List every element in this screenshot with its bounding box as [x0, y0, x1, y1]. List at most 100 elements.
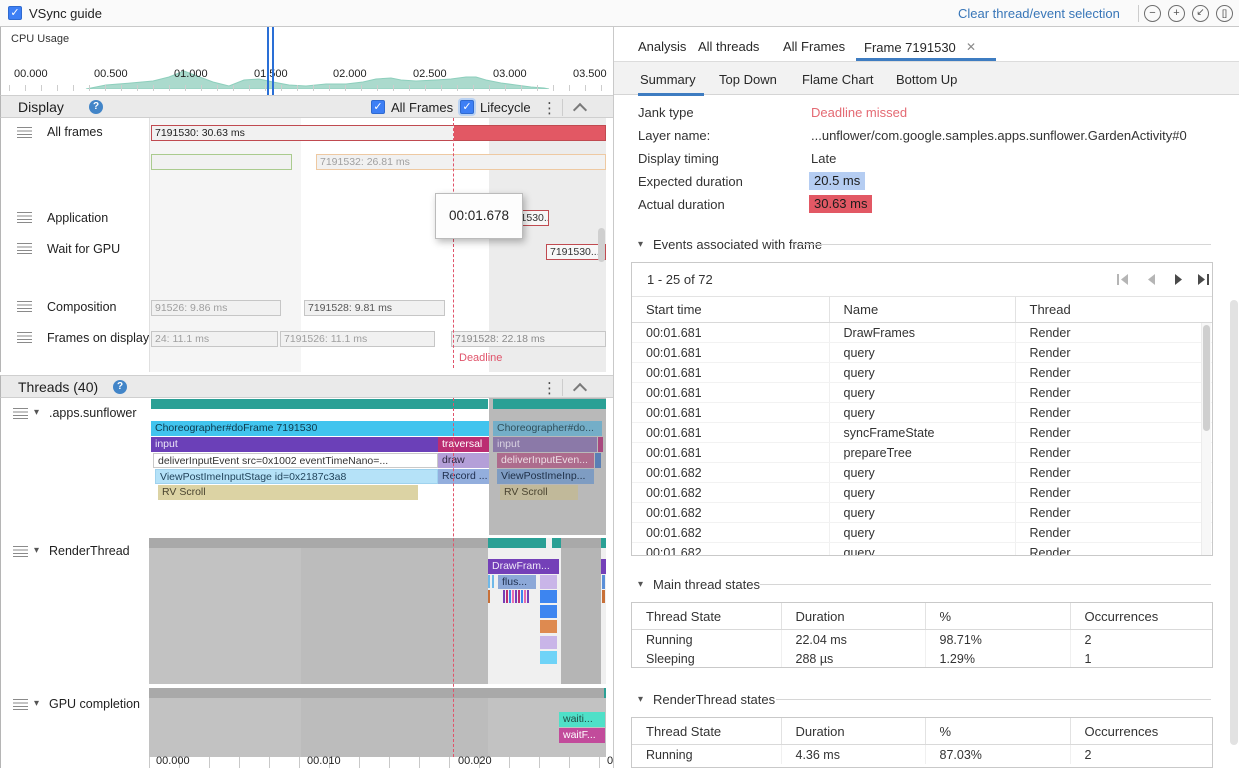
- display-collapse-icon[interactable]: [573, 103, 587, 117]
- trace-event-block[interactable]: [540, 636, 557, 649]
- expand-caret-icon[interactable]: ▾: [34, 698, 39, 709]
- collapse-caret-icon[interactable]: ▾: [638, 579, 643, 590]
- frame-bar-prev[interactable]: [151, 154, 292, 170]
- trace-event-block[interactable]: [540, 590, 557, 603]
- collapse-caret-icon[interactable]: ▾: [638, 694, 643, 705]
- table-row[interactable]: 00:01.681queryRender: [632, 383, 1212, 403]
- collapse-caret-icon[interactable]: ▾: [638, 239, 643, 250]
- subtab-bottom-up[interactable]: Bottom Up: [896, 72, 957, 87]
- selection-handle-right[interactable]: [272, 27, 274, 95]
- drag-handle-icon[interactable]: [17, 332, 32, 343]
- frames-on-display-chip[interactable]: 7191526: 11.1 ms: [280, 331, 435, 347]
- table-row[interactable]: Sleeping288 µs1.29%1: [632, 649, 1212, 668]
- table-row[interactable]: 00:01.682queryRender: [632, 523, 1212, 543]
- drag-handle-icon[interactable]: [17, 127, 32, 138]
- subtab-top-down[interactable]: Top Down: [719, 72, 777, 87]
- trace-event-traversal-muted[interactable]: [598, 437, 603, 452]
- tab-frame-7191530[interactable]: Frame 7191530: [864, 40, 956, 55]
- display-scrollbar[interactable]: [598, 228, 605, 262]
- table-row[interactable]: 00:01.682queryRender: [632, 483, 1212, 503]
- column-header-percent[interactable]: %: [925, 603, 1070, 630]
- prev-page-icon[interactable]: [1144, 273, 1158, 286]
- column-header-thread-state[interactable]: Thread State: [632, 718, 781, 745]
- tab-all-threads[interactable]: All threads: [698, 39, 759, 54]
- frame-bar-7191530[interactable]: 7191530: 30.63 ms: [151, 125, 606, 141]
- renderthread-track[interactable]: DrawFram... flus...: [149, 538, 606, 684]
- expand-caret-icon[interactable]: ▾: [34, 407, 39, 418]
- column-header-name[interactable]: Name: [829, 296, 1015, 323]
- drag-handle-icon[interactable]: [17, 243, 32, 254]
- zoom-out-icon[interactable]: −: [1144, 5, 1161, 22]
- gpu-completion-track[interactable]: waiti... waitF...: [149, 688, 606, 757]
- composition-chip[interactable]: 91526: 9.86 ms: [151, 300, 281, 316]
- events-table-scroll[interactable]: Start time Name Thread 00:01.681DrawFram…: [632, 296, 1212, 555]
- trace-event-draw[interactable]: draw: [438, 453, 489, 468]
- panel-scrollbar-thumb[interactable]: [1230, 300, 1238, 745]
- last-page-icon[interactable]: [1196, 273, 1210, 286]
- first-page-icon[interactable]: [1116, 273, 1130, 286]
- column-header-start-time[interactable]: Start time: [632, 296, 829, 323]
- trace-event-rv-scroll-muted[interactable]: RV Scroll: [500, 485, 578, 500]
- clear-selection-link[interactable]: Clear thread/event selection: [958, 6, 1120, 21]
- trace-event-block[interactable]: [540, 575, 557, 589]
- trace-event-flush[interactable]: flus...: [498, 575, 536, 589]
- trace-event-block[interactable]: [540, 620, 557, 633]
- table-row[interactable]: Running4.36 ms87.03%2: [632, 745, 1212, 765]
- threads-collapse-icon[interactable]: [573, 383, 587, 397]
- subtab-summary[interactable]: Summary: [640, 72, 696, 87]
- drag-handle-icon[interactable]: [13, 699, 28, 710]
- table-row[interactable]: 00:01.682queryRender: [632, 503, 1212, 523]
- events-scrollbar-track[interactable]: [1201, 323, 1211, 556]
- table-row[interactable]: 00:01.682queryRender: [632, 543, 1212, 557]
- frames-on-display-chip[interactable]: 7191528: 22.18 ms: [451, 331, 606, 347]
- trace-event-viewpostime-muted[interactable]: ViewPostImeInp...: [497, 469, 594, 484]
- composition-chip[interactable]: 7191528: 9.81 ms: [304, 300, 445, 316]
- trace-event-viewpostime[interactable]: ViewPostImeInputStage id=0x2187c3a8: [155, 469, 438, 484]
- trace-event-traversal[interactable]: traversal: [438, 437, 489, 452]
- table-row[interactable]: Running22.04 ms98.71%2: [632, 630, 1212, 650]
- drag-handle-icon[interactable]: [13, 408, 28, 419]
- display-options-kebab-icon[interactable]: ⋮: [542, 99, 557, 117]
- all-frames-checkbox[interactable]: ✓: [371, 100, 385, 114]
- events-scrollbar-thumb[interactable]: [1203, 325, 1210, 431]
- trace-event-rv-scroll[interactable]: RV Scroll: [158, 485, 418, 500]
- trace-event-deliver-input[interactable]: deliverInputEvent src=0x1002 eventTimeNa…: [153, 453, 438, 468]
- column-header-duration[interactable]: Duration: [781, 718, 925, 745]
- trace-event-deliver-muted[interactable]: deliverInputEven...: [497, 453, 594, 468]
- column-header-thread[interactable]: Thread: [1015, 296, 1212, 323]
- column-header-thread-state[interactable]: Thread State: [632, 603, 781, 630]
- trace-event-record[interactable]: Record ...: [438, 469, 489, 484]
- drag-handle-icon[interactable]: [17, 212, 32, 223]
- help-icon[interactable]: ?: [89, 100, 103, 114]
- zoom-in-icon[interactable]: +: [1168, 5, 1185, 22]
- help-icon[interactable]: ?: [113, 380, 127, 394]
- subtab-flame-chart[interactable]: Flame Chart: [802, 72, 874, 87]
- drag-handle-icon[interactable]: [17, 301, 32, 312]
- next-page-icon[interactable]: [1172, 273, 1186, 286]
- trace-event-input[interactable]: input: [151, 437, 438, 452]
- drag-handle-icon[interactable]: [13, 546, 28, 557]
- lifecycle-checkbox[interactable]: ✓: [460, 100, 474, 114]
- trace-event-drawframes-sliver[interactable]: [601, 559, 606, 574]
- wait-gpu-frame-chip[interactable]: 7191530...: [546, 244, 606, 260]
- trace-event-block[interactable]: [540, 651, 557, 664]
- column-header-percent[interactable]: %: [925, 718, 1070, 745]
- column-header-duration[interactable]: Duration: [781, 603, 925, 630]
- threads-options-kebab-icon[interactable]: ⋮: [542, 379, 557, 397]
- selection-handle-left[interactable]: [267, 27, 269, 95]
- trace-event-waiting[interactable]: waiti...: [559, 712, 605, 727]
- expand-caret-icon[interactable]: ▾: [34, 545, 39, 556]
- frames-on-display-chip[interactable]: 24: 11.1 ms: [151, 331, 278, 347]
- table-row[interactable]: 00:01.681prepareTreeRender: [632, 443, 1212, 463]
- trace-event-input-muted[interactable]: input: [493, 437, 597, 452]
- tab-all-frames[interactable]: All Frames: [783, 39, 845, 54]
- column-header-occurrences[interactable]: Occurrences: [1070, 718, 1212, 745]
- tab-analysis[interactable]: Analysis: [638, 39, 686, 54]
- trace-event-drawframes[interactable]: DrawFram...: [488, 559, 559, 574]
- cpu-usage-minimap[interactable]: CPU Usage 00.000 00.500 01.000 01.500 02…: [0, 27, 613, 95]
- table-row[interactable]: 00:01.681queryRender: [632, 363, 1212, 383]
- frame-bar-7191532[interactable]: 7191532: 26.81 ms: [316, 154, 606, 170]
- table-row[interactable]: 00:01.681syncFrameStateRender: [632, 423, 1212, 443]
- sunflower-track[interactable]: Choreographer#doFrame 7191530 input trav…: [149, 398, 606, 535]
- table-row[interactable]: 00:01.681queryRender: [632, 343, 1212, 363]
